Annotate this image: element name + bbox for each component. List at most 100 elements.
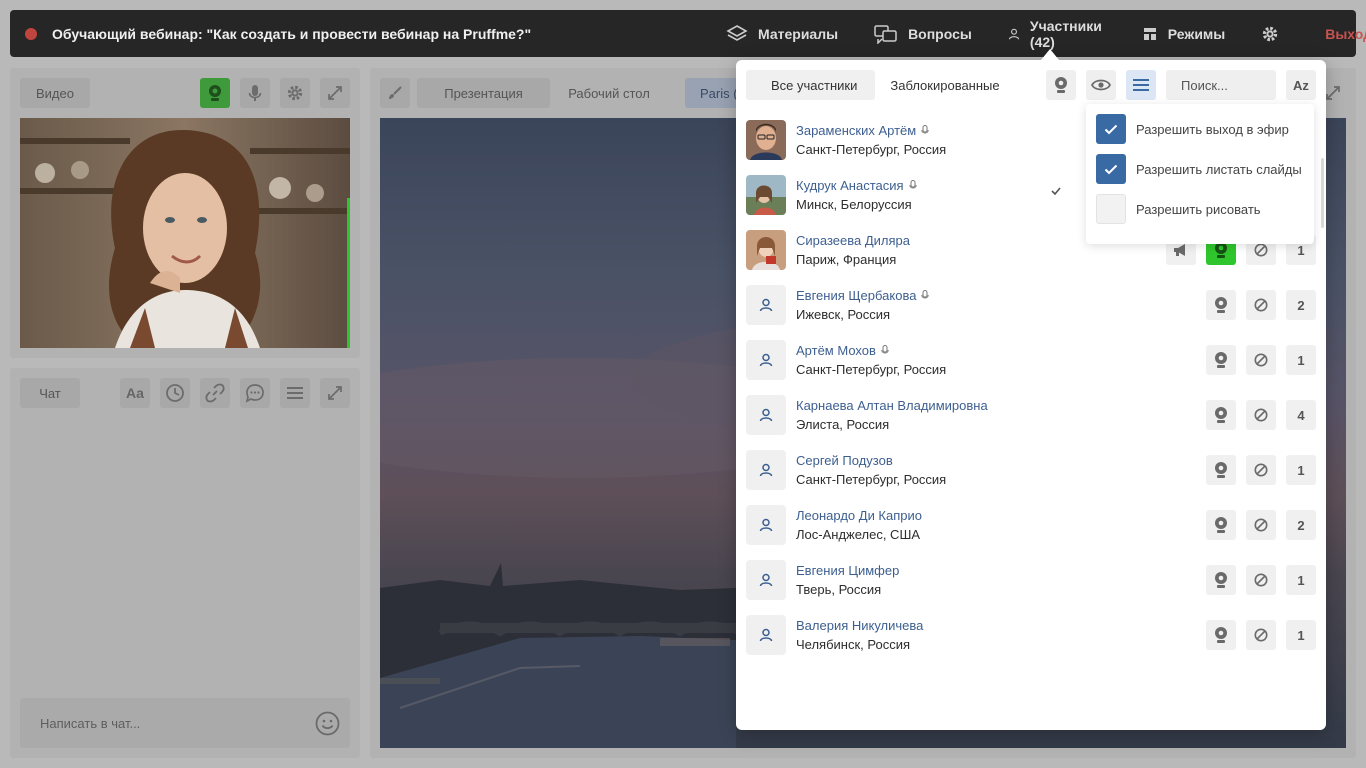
- chat-tab[interactable]: Чат: [20, 378, 80, 408]
- nav-modes-label: Режимы: [1167, 25, 1226, 42]
- block-icon: [1254, 628, 1268, 642]
- broadcast-checkbox[interactable]: [1096, 114, 1126, 144]
- block-button[interactable]: [1246, 510, 1276, 540]
- chat-menu-button[interactable]: [280, 378, 310, 408]
- participant-name[interactable]: Евгения Цимфер: [796, 563, 899, 578]
- block-icon: [1254, 518, 1268, 532]
- permissions-menu-button[interactable]: [1126, 70, 1156, 100]
- microphone-icon: [908, 180, 917, 189]
- microphone-icon: [248, 85, 262, 101]
- participant-city: Тверь, Россия: [796, 582, 882, 597]
- chat-fullscreen-button[interactable]: [320, 378, 350, 408]
- user-icon: [759, 628, 773, 642]
- block-button[interactable]: [1246, 345, 1276, 375]
- participant-row[interactable]: Евгения Цимфер Тверь, Россия 1: [746, 555, 1316, 610]
- permission-slides[interactable]: Разрешить листать слайды: [1096, 154, 1302, 184]
- webcam-button[interactable]: [1206, 290, 1236, 320]
- expand-icon: [328, 86, 342, 100]
- participant-count-badge: 1: [1286, 455, 1316, 485]
- nav-questions[interactable]: Вопросы: [874, 24, 972, 44]
- draw-checkbox[interactable]: [1096, 194, 1126, 224]
- avatar: [746, 175, 786, 215]
- chat-input-placeholder: Написать в чат...: [40, 715, 141, 731]
- link-button[interactable]: [200, 378, 230, 408]
- user-icon: [759, 298, 773, 312]
- webcam-button[interactable]: [200, 78, 230, 108]
- participant-name[interactable]: Кудрук Анастасия: [796, 178, 917, 193]
- participant-search-input[interactable]: Поиск...: [1166, 70, 1276, 100]
- participant-name[interactable]: Евгения Щербакова: [796, 288, 930, 303]
- presenter-video-image: [20, 118, 350, 348]
- nav-participants[interactable]: Участники (42): [1008, 18, 1106, 50]
- avatar: [746, 560, 786, 600]
- webcam-button[interactable]: [1206, 400, 1236, 430]
- participant-name[interactable]: Валерия Никуличева: [796, 618, 923, 633]
- participant-row[interactable]: Евгения Щербакова Ижевск, Россия 2: [746, 280, 1316, 335]
- nav-modes[interactable]: Режимы: [1142, 26, 1225, 42]
- participant-row[interactable]: Артём Мохов Санкт-Петербург, Россия 1: [746, 335, 1316, 390]
- permissions-popover: Разрешить выход в эфир Разрешить листать…: [1086, 104, 1314, 244]
- settings-button[interactable]: [1261, 25, 1289, 43]
- tab-all-participants[interactable]: Все участники: [746, 70, 876, 100]
- avatar: [746, 505, 786, 545]
- exit-button[interactable]: Выход ✕: [1325, 25, 1366, 43]
- menu-icon: [1133, 79, 1149, 91]
- video-panel: Видео: [10, 68, 360, 358]
- tab-blocked[interactable]: Заблокированные: [875, 70, 1014, 100]
- participants-scrollbar[interactable]: [1321, 158, 1324, 228]
- permission-draw[interactable]: Разрешить рисовать: [1096, 194, 1261, 224]
- block-button[interactable]: [1246, 400, 1276, 430]
- video-tab[interactable]: Видео: [20, 78, 90, 108]
- block-button[interactable]: [1246, 565, 1276, 595]
- block-icon: [1254, 353, 1268, 367]
- nav-materials[interactable]: Материалы: [726, 24, 838, 44]
- chat-input[interactable]: Написать в чат...: [20, 698, 350, 748]
- block-icon: [1254, 243, 1268, 257]
- microphone-button[interactable]: [240, 78, 270, 108]
- permission-broadcast[interactable]: Разрешить выход в эфир: [1096, 114, 1289, 144]
- search-placeholder: Поиск...: [1181, 77, 1228, 93]
- participant-row[interactable]: Леонардо Ди Каприо Лос-Анджелес, США 2: [746, 500, 1316, 555]
- webcam-icon: [1215, 297, 1227, 313]
- clock-icon: [166, 384, 184, 402]
- participant-name[interactable]: Сергей Подузов: [796, 453, 893, 468]
- webcam-button[interactable]: [1206, 565, 1236, 595]
- tab-desktop[interactable]: Рабочий стол: [555, 78, 663, 108]
- participant-row[interactable]: Карнаева Алтан Владимировна Элиста, Росс…: [746, 390, 1316, 445]
- webcam-button[interactable]: [1206, 620, 1236, 650]
- participant-name[interactable]: Зараменских Артём: [796, 123, 929, 138]
- user-icon: [759, 463, 773, 477]
- block-button[interactable]: [1246, 620, 1276, 650]
- participant-name[interactable]: Сиразеева Диляра: [796, 233, 910, 248]
- participant-name[interactable]: Леонардо Ди Каприо: [796, 508, 922, 523]
- font-size-button[interactable]: Aa: [120, 378, 150, 408]
- view-button[interactable]: [1086, 70, 1116, 100]
- participant-city: Лос-Анджелес, США: [796, 527, 921, 542]
- participant-count-badge: 4: [1286, 400, 1316, 430]
- expand-icon: [1326, 86, 1340, 100]
- user-icon: [759, 518, 773, 532]
- video-settings-button[interactable]: [280, 78, 310, 108]
- avatar: [746, 340, 786, 380]
- participant-name[interactable]: Карнаева Алтан Владимировна: [796, 398, 988, 413]
- webcam-button[interactable]: [1206, 455, 1236, 485]
- slides-checkbox[interactable]: [1096, 154, 1126, 184]
- history-button[interactable]: [160, 378, 190, 408]
- participant-row[interactable]: Валерия Никуличева Челябинск, Россия 1: [746, 610, 1316, 665]
- user-icon: [759, 408, 773, 422]
- draw-tool-button[interactable]: [380, 78, 410, 108]
- block-button[interactable]: [1246, 290, 1276, 320]
- sort-button[interactable]: Az: [1286, 70, 1316, 100]
- participant-name[interactable]: Артём Мохов: [796, 343, 889, 358]
- block-button[interactable]: [1246, 455, 1276, 485]
- tab-presentation[interactable]: Презентация: [417, 78, 550, 108]
- participant-row[interactable]: Сергей Подузов Санкт-Петербург, Россия 1: [746, 445, 1316, 500]
- emoji-icon[interactable]: [315, 711, 340, 736]
- chat-bubble-button[interactable]: [240, 378, 270, 408]
- filter-webcam-button[interactable]: [1046, 70, 1076, 100]
- video-fullscreen-button[interactable]: [320, 78, 350, 108]
- webinar-title: Обучающий вебинар: "Как создать и провес…: [52, 25, 532, 42]
- microphone-icon: [921, 125, 929, 134]
- webcam-button[interactable]: [1206, 510, 1236, 540]
- webcam-button[interactable]: [1206, 345, 1236, 375]
